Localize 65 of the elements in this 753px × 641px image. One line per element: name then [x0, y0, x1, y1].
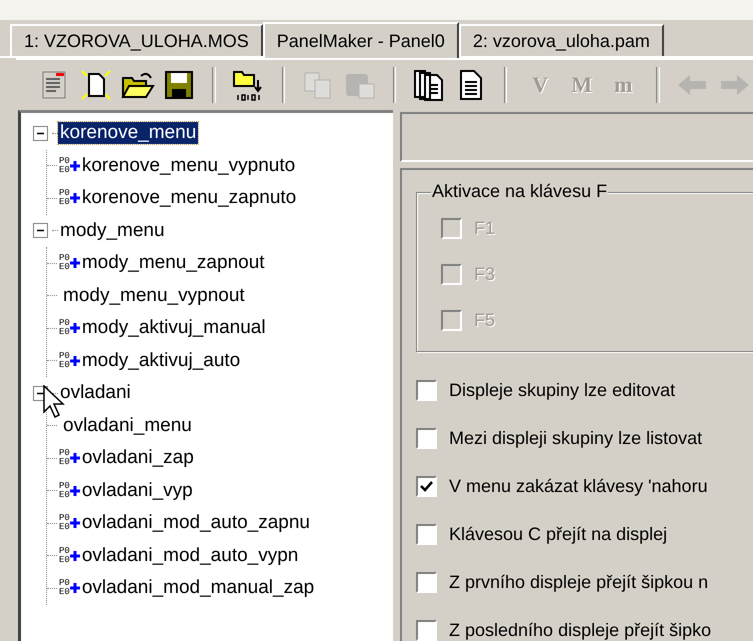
tab[interactable]: 2: vzorova_uloha.pam	[458, 24, 664, 56]
plus-icon	[70, 193, 80, 204]
badge-text: P0	[59, 319, 70, 328]
tree-item[interactable]: ovladani_mod_auto_zapnu	[80, 512, 312, 534]
plus-icon	[70, 160, 80, 171]
badge-text: E0	[59, 328, 70, 338]
new-document-icon	[79, 68, 114, 102]
tree-item[interactable]: mody_aktivuj_auto	[80, 350, 242, 372]
collapse-toggle[interactable]	[33, 223, 48, 238]
tree-item[interactable]: mody_menu_vypnout	[61, 284, 247, 307]
checkbox-label: Klávesou C přejít na displej	[449, 524, 668, 544]
tree-item[interactable]: korenove_menu_vypnuto	[80, 154, 298, 177]
checkbox-label: Z posledního displeje přejít šipko	[449, 620, 712, 640]
badge-text: E0	[59, 198, 70, 208]
badge-text: E0	[59, 588, 70, 598]
check-icon	[420, 480, 433, 492]
badge-text: P0	[59, 352, 70, 361]
badge-text: P0	[59, 482, 70, 491]
tree-item[interactable]: ovladani	[58, 382, 133, 404]
checkbox[interactable]	[416, 428, 437, 448]
tab[interactable]: 1: VZOROVA_ULOHA.MOS	[10, 24, 263, 56]
plus-icon	[70, 518, 80, 528]
badge-text: E0	[59, 360, 70, 370]
badge-text: E0	[59, 458, 70, 468]
tree-item[interactable]: ovladani_mod_auto_vypn	[80, 544, 300, 567]
plus-icon	[70, 583, 80, 594]
badge-text: P0	[59, 189, 70, 198]
collapse-toggle[interactable]	[33, 126, 48, 141]
folder-icon	[120, 70, 155, 100]
badge-text: E0	[59, 490, 70, 500]
checkbox-label: V menu zakázat klávesy 'nahoru	[449, 476, 708, 496]
tree-item[interactable]: korenove_menu_zapnuto	[80, 187, 298, 210]
tree-item[interactable]: ovladani_vyp	[80, 480, 195, 502]
badge-text: E0	[59, 263, 70, 272]
checkbox[interactable]	[416, 380, 437, 400]
tree-item[interactable]: ovladani_mod_manual_zap	[80, 577, 316, 600]
checkbox-label: Mezi displeji skupiny lze listovat	[449, 428, 702, 448]
plus-icon	[70, 486, 80, 496]
badge-text: P0	[59, 579, 70, 588]
plus-icon	[70, 323, 80, 334]
tree-item[interactable]: korenove_menu	[58, 122, 198, 144]
badge-text: P0	[59, 546, 70, 556]
plus-icon	[70, 550, 80, 561]
badge-text: P0	[59, 514, 70, 524]
checkbox[interactable]	[416, 572, 437, 592]
badge-text: P0	[59, 156, 70, 166]
tree-item[interactable]: mody_menu_zapnout	[80, 252, 267, 274]
plus-icon	[70, 258, 80, 268]
badge-text: E0	[59, 166, 70, 175]
badge-text: P0	[59, 254, 70, 264]
checkbox-label: Displeje skupiny lze editovat	[449, 380, 676, 400]
badge-text: P0	[59, 449, 70, 458]
badge-text: E0	[59, 556, 70, 565]
tree-item[interactable]: mody_aktivuj_manual	[80, 317, 268, 340]
checkbox[interactable]	[416, 620, 437, 640]
checkbox-label: Z prvního displeje přejít šipkou n	[449, 572, 708, 592]
tree-item[interactable]: ovladani_menu	[61, 414, 194, 437]
checkbox[interactable]	[416, 524, 437, 544]
tree-item[interactable]: ovladani_zap	[80, 447, 196, 470]
plus-icon	[70, 356, 80, 366]
tab[interactable]: PanelMaker - Panel0	[262, 22, 459, 58]
tree-item[interactable]: mody_menu	[58, 220, 167, 242]
plus-icon	[70, 453, 80, 464]
checkbox[interactable]	[416, 476, 437, 496]
badge-text: E0	[59, 523, 70, 532]
